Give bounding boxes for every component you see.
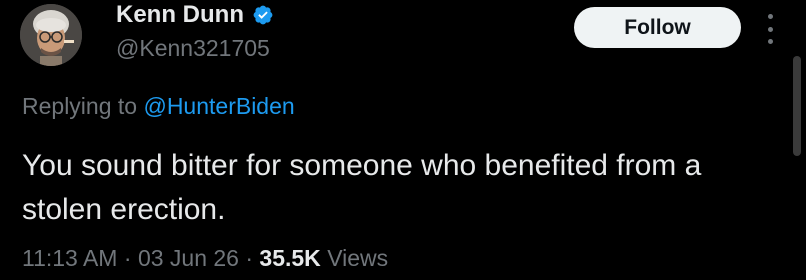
author-display-name[interactable]: Kenn Dunn (116, 0, 244, 30)
meta-separator: · (245, 245, 254, 271)
author-handle[interactable]: @Kenn321705 (116, 34, 270, 62)
more-dot (767, 26, 773, 32)
tweet-time[interactable]: 11:13 AM (22, 245, 117, 271)
tweet-meta: 11:13 AM · 03 Jun 26 · 35.5K Views (22, 243, 388, 273)
views-label: Views (327, 245, 389, 271)
reply-mention-link[interactable]: @HunterBiden (143, 93, 294, 119)
meta-separator: · (123, 245, 132, 271)
replying-to-label: Replying to (22, 93, 138, 119)
more-dot (767, 39, 773, 44)
tweet-text: You sound bitter for someone who benefit… (22, 149, 702, 226)
tweet-date[interactable]: 03 Jun 26 (138, 245, 239, 271)
verified-badge-icon[interactable] (252, 4, 274, 26)
views-count: 35.5K (259, 245, 321, 271)
more-vertical-icon[interactable] (760, 14, 780, 44)
more-dot (767, 14, 773, 19)
author-name-row[interactable]: Kenn Dunn (116, 0, 274, 30)
avatar[interactable] (20, 4, 82, 66)
scrollbar-thumb[interactable] (793, 56, 801, 156)
replying-to-line: Replying to @HunterBiden (22, 92, 295, 120)
avatar-image (20, 4, 82, 66)
follow-button[interactable]: Follow (574, 7, 741, 48)
